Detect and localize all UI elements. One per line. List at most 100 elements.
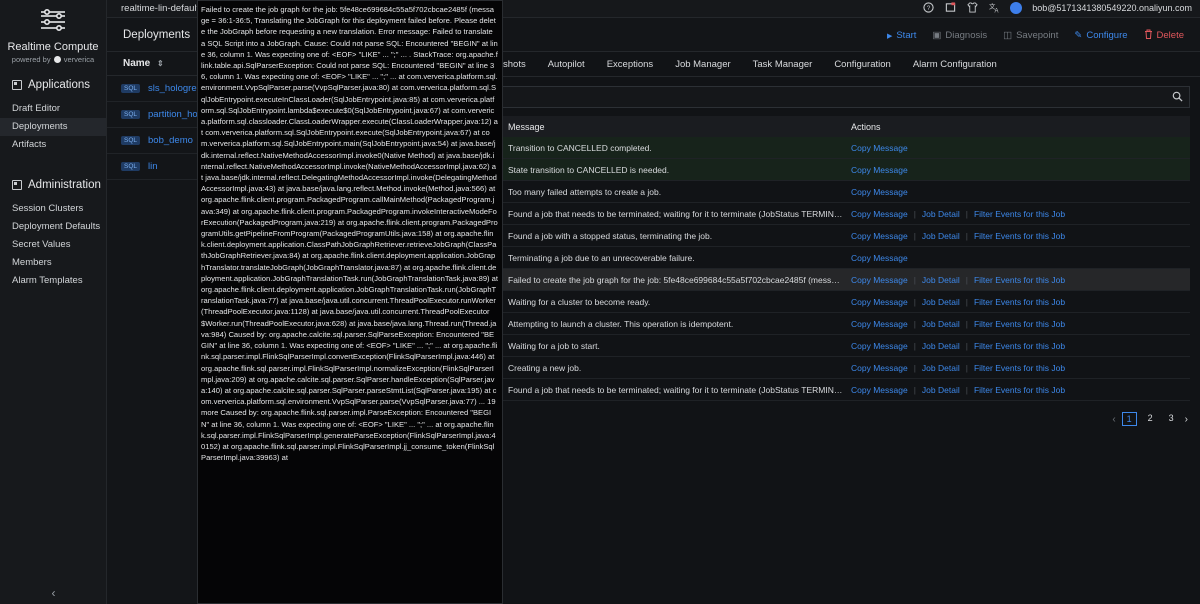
copy-message-link[interactable]: Copy Message xyxy=(851,209,908,219)
action-divider: | xyxy=(965,296,968,307)
event-actions: Copy Message xyxy=(843,143,908,153)
copy-message-link[interactable]: Copy Message xyxy=(851,297,908,307)
action-divider: | xyxy=(913,208,916,219)
sidebar-item-alarm-templates[interactable]: Alarm Templates xyxy=(0,272,106,290)
workspace-selector[interactable]: realtime-lin-default xyxy=(121,3,199,14)
event-actions: Copy Message | Job Detail | Filter Events fo… xyxy=(843,319,1065,329)
logo[interactable]: Realtime Compute powered by ververica xyxy=(0,0,106,70)
list-item[interactable]: SQL partition_hol xyxy=(107,102,197,128)
help-icon[interactable]: ? xyxy=(922,2,934,14)
alert-icon[interactable] xyxy=(944,2,956,14)
events-search-input[interactable] xyxy=(500,86,1190,108)
tab-alarm-configuration[interactable]: Alarm Configuration xyxy=(902,59,1008,70)
brand-name: Realtime Compute xyxy=(7,41,99,53)
delete-button[interactable]: Delete xyxy=(1144,29,1184,42)
action-divider: | xyxy=(913,384,916,395)
copy-message-link[interactable]: Copy Message xyxy=(851,187,908,197)
page-1-button[interactable]: 1 xyxy=(1121,412,1137,426)
page-2-button[interactable]: 2 xyxy=(1143,412,1158,426)
sidebar-item-artifacts[interactable]: Artifacts xyxy=(0,136,106,154)
event-message: Waiting for a job to start. xyxy=(508,340,600,351)
copy-message-link[interactable]: Copy Message xyxy=(851,143,908,153)
edit-icon: ✎ xyxy=(1074,30,1083,41)
sidebar-item-members[interactable]: Members xyxy=(0,254,106,272)
action-divider: | xyxy=(913,274,916,285)
filter-events-link[interactable]: Filter Events for this Job xyxy=(974,341,1065,351)
deployment-name[interactable]: bob_demo xyxy=(148,135,193,146)
sidebar-item-deployments[interactable]: Deployments xyxy=(0,118,106,136)
copy-message-link[interactable]: Copy Message xyxy=(851,253,908,263)
deployment-name[interactable]: sls_hologres xyxy=(148,83,197,94)
list-item[interactable]: SQL sls_hologres xyxy=(107,76,197,102)
event-message: State transition to CANCELLED is needed. xyxy=(508,164,670,175)
action-divider: | xyxy=(965,340,968,351)
job-detail-link[interactable]: Job Detail xyxy=(922,275,960,285)
diagnosis-icon: ▣ xyxy=(932,30,942,41)
filter-events-link[interactable]: Filter Events for this Job xyxy=(974,363,1065,373)
sidebar-item-draft-editor[interactable]: Draft Editor xyxy=(0,100,106,118)
deployment-name[interactable]: lin xyxy=(148,161,158,172)
deployment-list: Name ⇕ SQL sls_hologres SQL partition_ho… xyxy=(107,52,197,604)
job-detail-link[interactable]: Job Detail xyxy=(922,231,960,241)
filter-events-link[interactable]: Filter Events for this Job xyxy=(974,297,1065,307)
list-item[interactable]: SQL lin xyxy=(107,154,197,180)
message-column-header: Message xyxy=(508,121,545,132)
event-message: Found a job that needs to be terminated;… xyxy=(508,384,843,395)
sql-badge: SQL xyxy=(121,110,141,119)
translate-icon[interactable]: 文A xyxy=(988,1,1000,14)
sidebar-item-secret-values[interactable]: Secret Values xyxy=(0,236,106,254)
filter-events-link[interactable]: Filter Events for this Job xyxy=(974,319,1065,329)
table-header: Message Actions xyxy=(500,116,1190,137)
job-detail-link[interactable]: Job Detail xyxy=(922,341,960,351)
user-email[interactable]: bob@5171341380549220.onaliyun.com xyxy=(1032,3,1192,13)
tab-task-manager[interactable]: Task Manager xyxy=(742,59,824,70)
sort-icon[interactable]: ⇕ xyxy=(157,59,164,68)
sidebar: Realtime Compute powered by ververica Ap… xyxy=(0,0,107,604)
pagination: ‹ 1 2 3 › xyxy=(1112,412,1188,426)
copy-message-link[interactable]: Copy Message xyxy=(851,165,908,175)
table-body: Transition to CANCELLED completed. Copy M… xyxy=(500,137,1190,401)
job-detail-link[interactable]: Job Detail xyxy=(922,319,960,329)
diagnosis-button[interactable]: ▣ Diagnosis xyxy=(932,29,987,42)
next-page-chevron-icon[interactable]: › xyxy=(1185,414,1188,425)
tab-job-manager[interactable]: Job Manager xyxy=(664,59,741,70)
copy-message-link[interactable]: Copy Message xyxy=(851,231,908,241)
job-detail-link[interactable]: Job Detail xyxy=(922,297,960,307)
powered-by-brand: ververica xyxy=(63,55,95,64)
configure-button[interactable]: ✎ Configure xyxy=(1074,29,1127,42)
copy-message-link[interactable]: Copy Message xyxy=(851,275,908,285)
savepoint-button-label: Savepoint xyxy=(1016,30,1059,41)
list-item[interactable]: SQL bob_demo xyxy=(107,128,197,154)
prev-page-chevron-icon[interactable]: ‹ xyxy=(1112,414,1115,425)
copy-message-link[interactable]: Copy Message xyxy=(851,385,908,395)
copy-message-link[interactable]: Copy Message xyxy=(851,319,908,329)
event-actions: Copy Message xyxy=(843,187,908,197)
savepoint-button[interactable]: ◫ Savepoint xyxy=(1003,29,1058,42)
deployment-name[interactable]: partition_hol xyxy=(148,109,197,120)
job-detail-link[interactable]: Job Detail xyxy=(922,209,960,219)
filter-events-link[interactable]: Filter Events for this Job xyxy=(974,385,1065,395)
avatar[interactable] xyxy=(1010,2,1023,14)
copy-message-link[interactable]: Copy Message xyxy=(851,363,908,373)
job-detail-link[interactable]: Job Detail xyxy=(922,385,960,395)
search-icon[interactable] xyxy=(1172,91,1183,102)
copy-message-link[interactable]: Copy Message xyxy=(851,341,908,351)
start-button[interactable]: ▶ Start xyxy=(887,29,916,42)
tab-autopilot[interactable]: Autopilot xyxy=(537,59,596,70)
tab-snapshots[interactable]: shots xyxy=(500,59,537,70)
tab-exceptions[interactable]: Exceptions xyxy=(596,59,664,70)
sidebar-item-deployment-defaults[interactable]: Deployment Defaults xyxy=(0,218,106,236)
name-column-header: Name xyxy=(123,58,151,69)
tab-configuration[interactable]: Configuration xyxy=(823,59,902,70)
sql-badge: SQL xyxy=(121,84,141,93)
job-detail-link[interactable]: Job Detail xyxy=(922,363,960,373)
sidebar-item-session-clusters[interactable]: Session Clusters xyxy=(0,200,106,218)
camera-icon: ◫ xyxy=(1003,30,1013,41)
filter-events-link[interactable]: Filter Events for this Job xyxy=(974,231,1065,241)
filter-events-link[interactable]: Filter Events for this Job xyxy=(974,275,1065,285)
sidebar-collapse-chevron-icon[interactable]: ‹ xyxy=(0,586,107,600)
page-3-button[interactable]: 3 xyxy=(1164,412,1179,426)
filter-events-link[interactable]: Filter Events for this Job xyxy=(974,209,1065,219)
shirt-icon[interactable] xyxy=(966,2,978,14)
list-header[interactable]: Name ⇕ xyxy=(107,52,197,76)
